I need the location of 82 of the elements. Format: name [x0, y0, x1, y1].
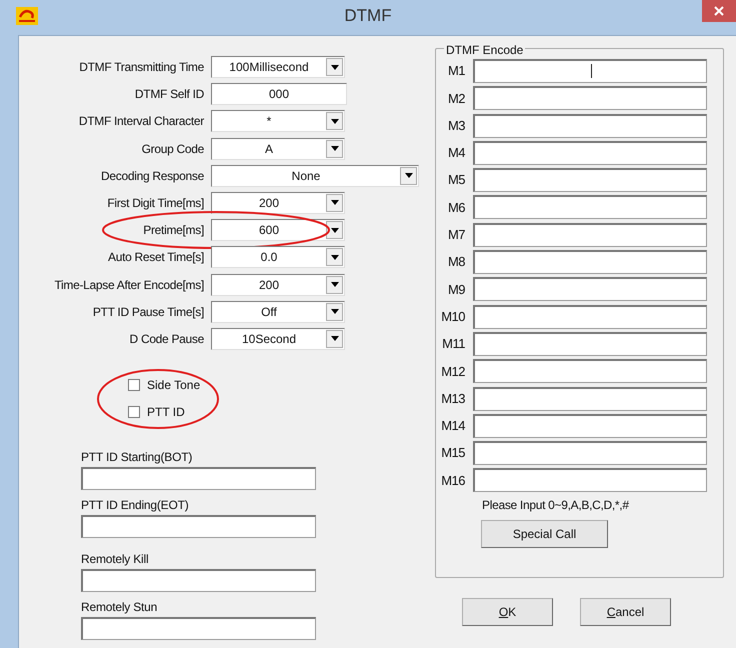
- field-label: M6: [446, 198, 466, 217]
- field-label: DTMF Interval Character: [78, 113, 205, 130]
- dropdown-arrow-icon: [330, 200, 338, 206]
- field-label: M11: [441, 335, 466, 354]
- field-label: DTMF Transmitting Time: [78, 59, 205, 76]
- field-label: M4: [446, 144, 466, 162]
- text-field[interactable]: [473, 114, 707, 138]
- window-title: DTMF: [344, 6, 392, 25]
- field-label: Auto Reset Time[s]: [107, 249, 205, 266]
- dropdown-arrow-icon: [404, 173, 412, 178]
- dialog-button[interactable]: OK: [462, 598, 553, 626]
- text-field[interactable]: [473, 386, 707, 411]
- field-label: Decoding Response: [100, 168, 205, 185]
- field-label: PTT ID Pause Time[s]: [92, 304, 205, 321]
- dropdown-arrow-icon: [330, 64, 338, 70]
- field-label: M8: [446, 253, 466, 272]
- checkbox[interactable]: PTT ID: [128, 398, 228, 426]
- dropdown-arrow-icon: [330, 118, 338, 124]
- dropdown-arrow-icon: [330, 282, 338, 287]
- field-label: M12: [440, 362, 466, 381]
- field-label: PTT ID Ending(EOT): [81, 496, 189, 514]
- text-field[interactable]: 000: [211, 83, 347, 106]
- text-field[interactable]: [473, 59, 707, 83]
- field-label: Group Code: [140, 140, 205, 158]
- text-field[interactable]: [473, 359, 707, 384]
- field-label: Remotely Stun: [81, 598, 158, 616]
- field-label: M2: [446, 90, 466, 108]
- dropdown-arrow-icon: [330, 228, 338, 233]
- field-label: M3: [446, 116, 466, 135]
- close-icon: [714, 6, 724, 16]
- field-label: M1: [446, 62, 466, 80]
- dropdown[interactable]: 100Millisecond: [211, 56, 345, 78]
- dropdown-arrow-icon: [330, 254, 338, 260]
- close-button[interactable]: [702, 0, 736, 22]
- field-label: Pretime[ms]: [142, 222, 205, 240]
- text-field[interactable]: [473, 140, 707, 165]
- field-label: M14: [440, 417, 466, 436]
- text-field[interactable]: [81, 514, 316, 538]
- dropdown-arrow-icon: [330, 146, 338, 152]
- field-label: M16: [440, 472, 466, 490]
- dropdown[interactable]: 200: [211, 274, 345, 296]
- dropdown[interactable]: 600: [211, 219, 345, 242]
- text-field[interactable]: [473, 441, 707, 466]
- text-field[interactable]: [473, 168, 707, 192]
- field-label: M10: [440, 308, 466, 326]
- dropdown[interactable]: 200: [211, 192, 345, 214]
- dropdown[interactable]: A: [211, 138, 345, 160]
- field-label: DTMF Self ID: [134, 86, 205, 104]
- text-field[interactable]: [473, 86, 707, 110]
- text-field[interactable]: [473, 277, 707, 302]
- text-field[interactable]: [473, 332, 707, 356]
- field-label: D Code Pause: [128, 330, 205, 348]
- checkbox[interactable]: Side Tone: [128, 372, 228, 399]
- field-label: M15: [440, 444, 466, 462]
- text-field[interactable]: [473, 250, 707, 274]
- dropdown-arrow-icon: [330, 309, 338, 314]
- text-field[interactable]: [473, 414, 707, 438]
- text-field[interactable]: [473, 195, 707, 220]
- field-label: Time-Lapse After Encode[ms]: [53, 276, 205, 294]
- dropdown[interactable]: 10Second: [211, 328, 345, 350]
- field-label: Remotely Kill: [81, 550, 148, 568]
- dropdown[interactable]: Off: [211, 300, 345, 323]
- hint-text: Please Input 0~9,A,B,C,D,*,#: [482, 496, 630, 514]
- text-field[interactable]: [473, 468, 707, 492]
- field-label: M9: [446, 280, 466, 299]
- text-field[interactable]: [81, 466, 316, 490]
- field-label: M7: [446, 226, 466, 244]
- dropdown[interactable]: None: [211, 164, 419, 187]
- field-label: M13: [440, 390, 466, 408]
- dropdown[interactable]: *: [211, 110, 345, 132]
- app-logo-icon: [16, 7, 38, 25]
- text-field[interactable]: [473, 222, 707, 247]
- text-field[interactable]: [81, 568, 316, 592]
- dialog-button[interactable]: Cancel: [580, 598, 671, 626]
- text-field[interactable]: [473, 304, 707, 329]
- field-label: M5: [446, 171, 466, 190]
- text-field[interactable]: [81, 616, 316, 640]
- special-call-button[interactable]: Special Call: [481, 520, 608, 548]
- dropdown[interactable]: 0.0: [211, 246, 345, 268]
- field-label: First Digit Time[ms]: [106, 194, 205, 212]
- dropdown-arrow-icon: [330, 336, 338, 342]
- field-label: PTT ID Starting(BOT): [81, 448, 192, 466]
